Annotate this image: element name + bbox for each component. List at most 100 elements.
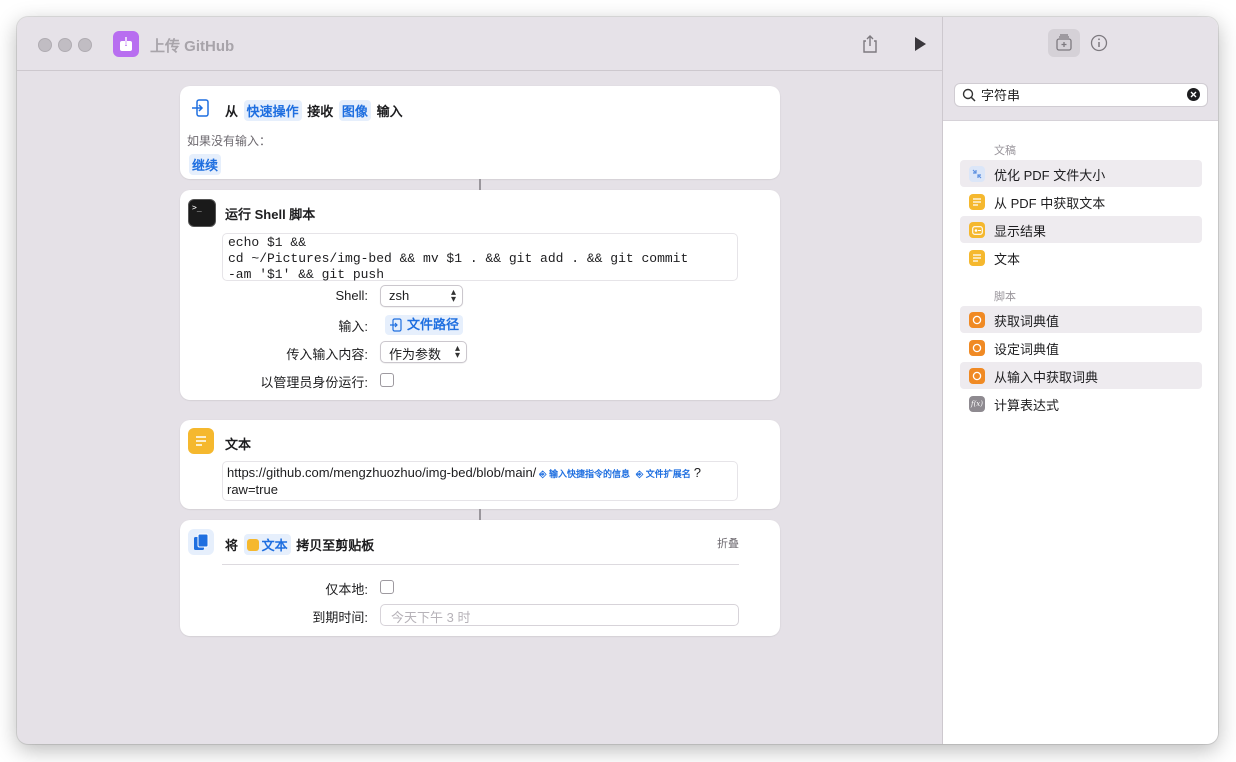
chevron-updown-icon: ▴ ▾ — [454, 343, 460, 361]
title-bar: 上传 GitHub — [17, 17, 942, 71]
url-prefix: https://github.com/mengzhuozhuo/img-bed/… — [227, 465, 537, 480]
sidebar-item-label: 显示结果 — [994, 224, 1047, 239]
sidebar-item-get-dict-from-input[interactable]: 从输入中获取词典 — [960, 362, 1202, 389]
expire-placeholder: 今天下午 3 时 — [391, 610, 471, 625]
continue-token[interactable]: 继续 — [189, 154, 222, 175]
text-title: 文本 — [225, 437, 252, 452]
action-library-button[interactable] — [1048, 29, 1080, 57]
copy-to-clipboard-action[interactable]: 将 文本 拷贝至剪贴板 折叠 仅本地: 到期时间: 今天下午 3 时 — [180, 520, 780, 636]
search-icon — [962, 88, 976, 102]
clipboard-header: 将 文本 拷贝至剪贴板 — [225, 534, 374, 555]
run-shell-script-action[interactable]: >_ 运行 Shell 脚本 echo $1 && cd ~/Pictures/… — [180, 190, 780, 400]
file-extension-variable[interactable]: ⎆ 文件扩展名 — [636, 469, 691, 479]
sidebar-item-label: 从 PDF 中获取文本 — [994, 196, 1106, 211]
text-action[interactable]: 文本 https://github.com/mengzhuozhuo/img-b… — [180, 420, 780, 509]
no-input-label: 如果没有输入： — [187, 134, 272, 148]
shell-label: Shell: — [335, 288, 368, 303]
action-library-sidebar: 文稿 优化 PDF 文件大小 从 PDF 中获取文本 显示结果 文本 脚本 — [942, 17, 1218, 744]
minimize-window-button[interactable] — [58, 38, 72, 52]
action-connector — [479, 179, 481, 190]
receive-header: 从 快速操作 接收 图像 输入 — [225, 100, 403, 121]
script-line: echo $1 && — [228, 235, 307, 250]
script-line: cd ~/Pictures/img-bed && mv $1 . && git … — [228, 251, 689, 266]
clear-search-button[interactable] — [1187, 88, 1200, 101]
input-label: 输入: — [338, 319, 368, 334]
search-field[interactable] — [954, 83, 1208, 107]
pdf-compress-icon — [969, 166, 985, 182]
shortcut-icon[interactable] — [113, 31, 139, 57]
token-label: 文本 — [261, 538, 288, 553]
suffix-label: 拷贝至剪贴板 — [296, 538, 375, 553]
dictionary-icon — [969, 368, 985, 384]
receive-input-action[interactable]: 从 快速操作 接收 图像 输入 如果没有输入： 继续 — [180, 86, 780, 179]
input-variable-icon — [390, 318, 402, 332]
from-label: 从 — [225, 104, 239, 119]
dictionary-icon — [969, 312, 985, 328]
function-icon: f(x) — [969, 396, 985, 412]
sidebar-item-text[interactable]: 文本 — [960, 244, 1202, 271]
dictionary-icon — [969, 340, 985, 356]
input-label: 输入 — [376, 104, 403, 119]
add-action-icon — [1056, 34, 1072, 51]
sidebar-item-label: 从输入中获取词典 — [994, 370, 1099, 385]
sidebar-item-get-dict-value[interactable]: 获取词典值 — [960, 306, 1202, 333]
no-input-action[interactable]: 继续 — [189, 154, 222, 175]
collapse-button[interactable]: 折叠 — [717, 535, 739, 551]
sidebar-item-label: 获取词典值 — [994, 314, 1060, 329]
share-button[interactable] — [858, 32, 882, 56]
expire-label: 到期时间: — [312, 610, 368, 625]
text-doc-icon — [969, 194, 985, 210]
sidebar-item-optimize-pdf[interactable]: 优化 PDF 文件大小 — [960, 160, 1202, 187]
pass-input-value: 作为参数 — [389, 347, 442, 362]
url-suffix: raw=true — [227, 482, 278, 497]
divider — [222, 564, 739, 565]
expire-field[interactable]: 今天下午 3 时 — [380, 604, 739, 626]
section-title-scripting: 脚本 — [994, 291, 1016, 303]
text-content-field[interactable]: https://github.com/mengzhuozhuo/img-bed/… — [222, 461, 738, 501]
text-variable-token[interactable]: 文本 — [243, 534, 291, 555]
sidebar-item-pdf-text[interactable]: 从 PDF 中获取文本 — [960, 188, 1202, 215]
pass-input-select[interactable]: 作为参数 ▴ ▾ — [380, 341, 467, 363]
terminal-icon: >_ — [188, 199, 216, 227]
source-token[interactable]: 快速操作 — [243, 100, 302, 121]
sidebar-item-set-dict-value[interactable]: 设定词典值 — [960, 334, 1202, 361]
run-button[interactable] — [908, 32, 932, 56]
shell-select[interactable]: zsh ▴ ▾ — [380, 285, 463, 307]
shell-title: 运行 Shell 脚本 — [225, 207, 316, 222]
text-doc-icon — [969, 250, 985, 266]
shell-value: zsh — [389, 288, 410, 303]
share-icon — [863, 35, 877, 53]
run-as-admin-label: 以管理员身份运行: — [260, 375, 368, 390]
script-line: -am '$1' && git push — [228, 267, 385, 282]
variable-label: 文件扩展名 — [645, 469, 691, 479]
prefix-label: 将 — [225, 538, 239, 553]
sidebar-item-calculate-expression[interactable]: f(x) 计算表达式 — [960, 390, 1202, 417]
local-only-checkbox[interactable] — [380, 580, 394, 594]
close-window-button[interactable] — [38, 38, 52, 52]
zoom-window-button[interactable] — [78, 38, 92, 52]
pass-input-label: 传入输入内容: — [286, 347, 368, 362]
type-token[interactable]: 图像 — [338, 100, 371, 121]
details-button[interactable] — [1083, 29, 1115, 57]
file-path-token[interactable]: 文件路径 — [385, 315, 464, 335]
sidebar-header — [943, 17, 1218, 121]
show-result-icon — [969, 222, 985, 238]
share-upload-icon — [120, 36, 132, 51]
script-editor[interactable]: echo $1 && cd ~/Pictures/img-bed && mv $… — [222, 233, 738, 282]
sidebar-item-label: 计算表达式 — [994, 398, 1060, 413]
info-icon — [1090, 34, 1108, 52]
play-icon — [915, 37, 926, 51]
shortcut-input-variable[interactable]: ⎆ 输入快捷指令的信息 — [539, 469, 630, 479]
window-title: 上传 GitHub — [150, 38, 235, 55]
text-doc-icon — [246, 539, 259, 551]
file-path-label: 文件路径 — [407, 317, 460, 332]
shortcuts-window: 上传 GitHub 从 快速操作 接收 图像 输入 如果没有输入： 继续 >_ … — [17, 17, 1218, 744]
action-connector — [479, 509, 481, 520]
sidebar-item-label: 优化 PDF 文件大小 — [994, 168, 1106, 183]
chevron-updown-icon: ▴ ▾ — [450, 287, 456, 305]
run-as-admin-checkbox[interactable] — [380, 373, 394, 387]
search-input[interactable] — [981, 86, 1181, 102]
local-only-label: 仅本地: — [325, 582, 368, 597]
url-question-mark: ? — [693, 465, 701, 480]
sidebar-item-show-result[interactable]: 显示结果 — [960, 216, 1202, 243]
